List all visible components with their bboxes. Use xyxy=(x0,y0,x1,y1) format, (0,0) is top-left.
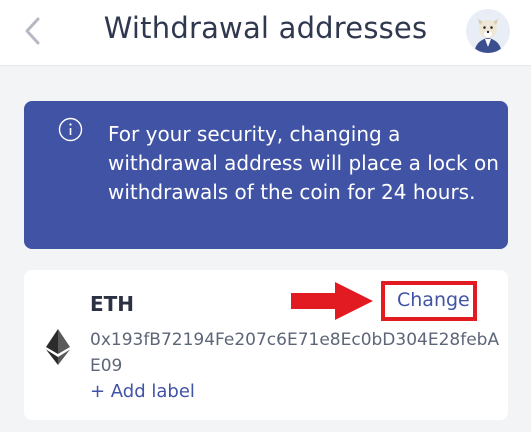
top-bar: Withdrawal addresses xyxy=(0,0,531,66)
change-button[interactable]: Change xyxy=(397,289,470,311)
info-icon xyxy=(58,117,83,142)
security-notice: For your security, changing a withdrawal… xyxy=(24,101,508,249)
arrow-right-icon xyxy=(291,282,373,320)
coin-name: ETH xyxy=(90,292,135,316)
page-title: Withdrawal addresses xyxy=(103,11,428,45)
security-notice-text: For your security, changing a withdrawal… xyxy=(108,122,499,204)
address-card: ETH 0x193fB72194Fe207c6E71e8Ec0bD304E28f… xyxy=(24,270,508,420)
withdrawal-address: 0x193fB72194Fe207c6E71e8Ec0bD304E28febAE… xyxy=(90,330,500,376)
avatar[interactable] xyxy=(466,9,510,53)
ethereum-icon xyxy=(46,329,70,365)
avatar-icon xyxy=(466,9,510,53)
add-label-link[interactable]: + Add label xyxy=(90,381,195,402)
